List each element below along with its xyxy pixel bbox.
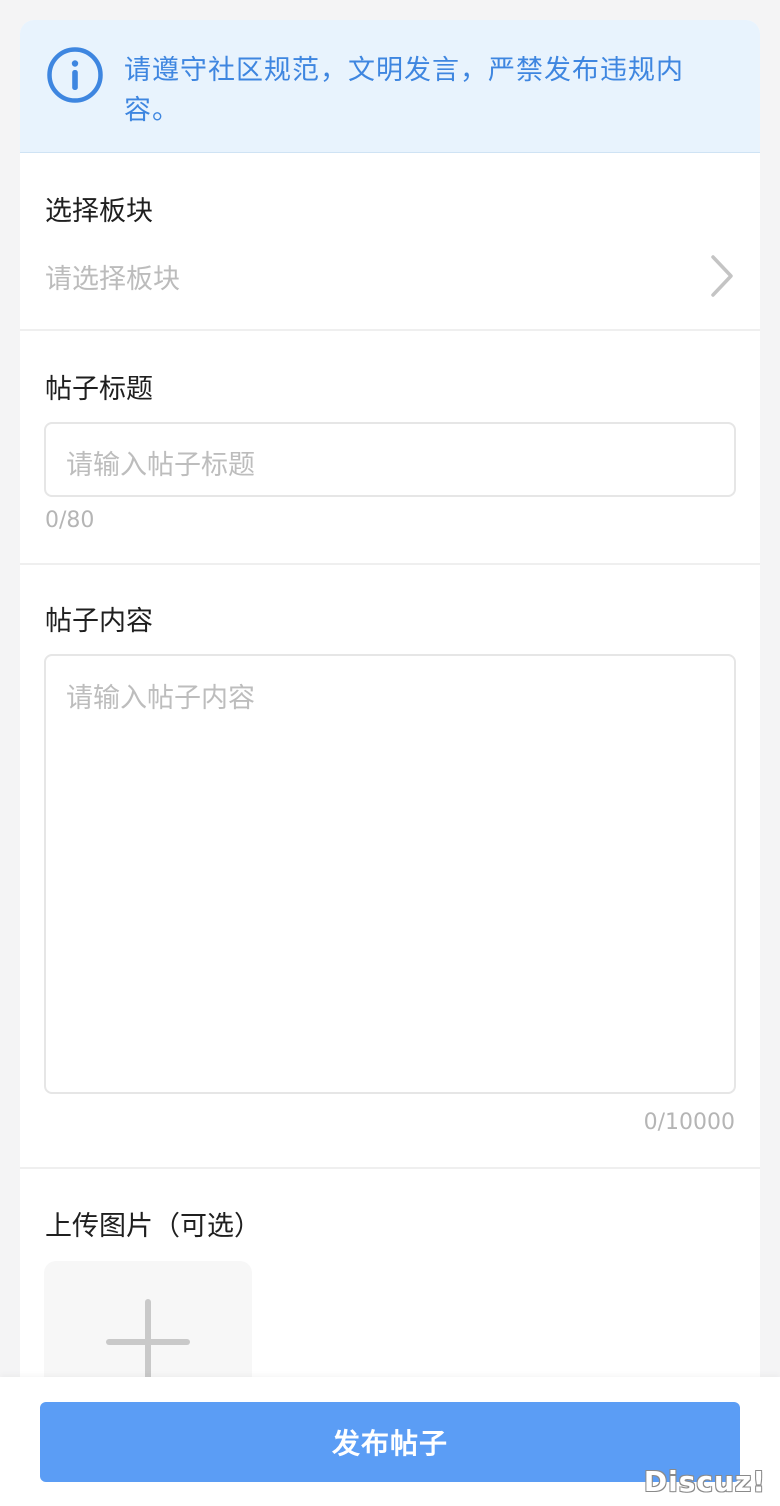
content-textarea[interactable]: 请输入帖子内容 xyxy=(44,654,736,1094)
content-section: 帖子内容 请输入帖子内容 0/10000 xyxy=(20,565,760,1169)
title-placeholder: 请输入帖子标题 xyxy=(66,450,255,481)
board-section: 选择板块 请选择板块 xyxy=(20,153,760,331)
content-label: 帖子内容 xyxy=(45,606,153,637)
board-label: 选择板块 xyxy=(45,196,153,227)
plus-icon-vertical-bar xyxy=(145,1299,151,1383)
title-section: 帖子标题 请输入帖子标题 0/80 xyxy=(20,331,760,565)
upload-label: 上传图片（可选） xyxy=(45,1211,261,1242)
watermark: Discuz! xyxy=(643,1465,766,1498)
content-char-counter: 0/10000 xyxy=(643,1110,735,1135)
content-placeholder: 请输入帖子内容 xyxy=(66,683,255,714)
board-placeholder: 请选择板块 xyxy=(45,263,180,295)
board-picker[interactable]: 请选择板块 xyxy=(45,255,735,297)
title-input[interactable]: 请输入帖子标题 xyxy=(44,422,736,497)
publish-post-button[interactable]: 发布帖子 xyxy=(40,1402,740,1482)
chevron-right-icon xyxy=(711,255,733,297)
bottom-action-bar: 发布帖子 Discuz! xyxy=(0,1377,780,1506)
title-label: 帖子标题 xyxy=(45,374,153,405)
notice-text: 请遵守社区规范，文明发言，严禁发布违规内容。 xyxy=(124,55,684,126)
post-form-page: 请遵守社区规范，文明发言，严禁发布违规内容。 选择板块 请选择板块 帖子标题 请… xyxy=(20,20,760,1506)
info-circle-icon xyxy=(47,47,103,103)
community-notice-banner: 请遵守社区规范，文明发言，严禁发布违规内容。 xyxy=(20,20,760,153)
title-char-counter: 0/80 xyxy=(45,508,95,533)
